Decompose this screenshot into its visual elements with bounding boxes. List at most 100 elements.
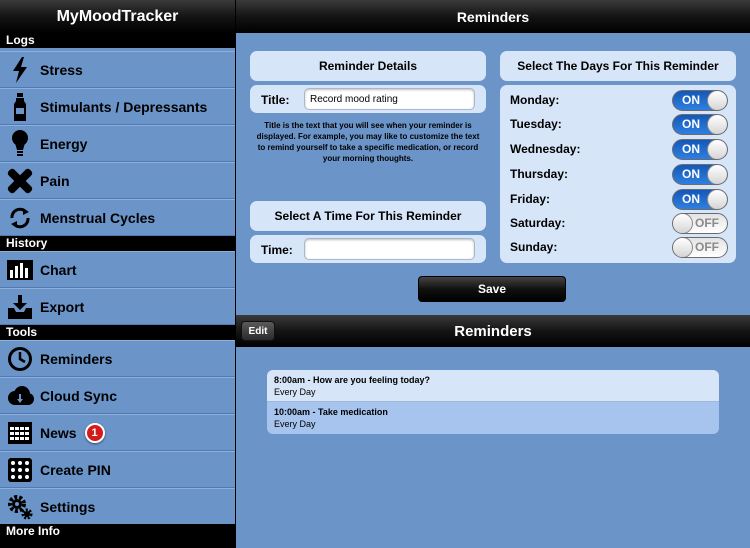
day-row-wednesday: Wednesday: ON xyxy=(510,138,728,160)
toggle-knob xyxy=(707,139,727,159)
section-header-more-info: More Info xyxy=(0,524,235,548)
friday-toggle[interactable]: ON xyxy=(672,188,728,210)
sidebar-item-label: Reminders xyxy=(40,350,113,367)
thursday-toggle[interactable]: ON xyxy=(672,163,728,185)
app-title: MyMoodTracker xyxy=(0,0,235,33)
toggle-state: OFF xyxy=(695,239,719,254)
sidebar-item-label: News xyxy=(40,424,77,441)
sidebar-item-news[interactable]: News 1 xyxy=(0,414,235,451)
sidebar-item-energy[interactable]: Energy xyxy=(0,125,235,162)
sidebar-item-label: Create PIN xyxy=(40,461,111,478)
bandage-icon xyxy=(0,162,40,199)
sidebar-item-label: Settings xyxy=(40,498,96,515)
toggle-knob xyxy=(673,237,693,257)
title-input[interactable] xyxy=(304,88,475,110)
sidebar-item-settings[interactable]: Settings xyxy=(0,488,235,525)
gear-icon xyxy=(0,488,40,525)
reminder-details-heading: Reminder Details xyxy=(250,51,486,81)
notification-badge: 1 xyxy=(84,422,105,443)
sidebar: MyMoodTracker Logs Stress Stimulants / D… xyxy=(0,0,235,548)
sunday-toggle[interactable]: OFF xyxy=(672,236,728,258)
section-header-tools: Tools xyxy=(0,325,235,340)
list-item[interactable]: 8:00am - How are you feeling today? Ever… xyxy=(267,370,719,402)
sidebar-item-label: Stimulants / Depressants xyxy=(40,98,208,115)
title-label: Title: xyxy=(261,93,290,107)
sidebar-item-label: Stress xyxy=(40,61,83,78)
sidebar-item-label: Energy xyxy=(40,135,88,152)
reminder-title: 8:00am - How are you feeling today? xyxy=(274,375,431,385)
toggle-state: OFF xyxy=(695,215,719,230)
reminder-title: 10:00am - Take medication xyxy=(274,407,388,417)
reminder-list: 8:00am - How are you feeling today? Ever… xyxy=(267,370,719,434)
toggle-state: ON xyxy=(682,92,700,107)
sidebar-item-export[interactable]: Export xyxy=(0,288,235,325)
title-panel: Title: xyxy=(250,85,486,113)
days-heading: Select The Days For This Reminder xyxy=(500,51,736,81)
day-label: Tuesday: xyxy=(510,117,562,131)
detail-pane: Reminders Reminder Details Title: Title … xyxy=(236,0,750,548)
sidebar-item-label: Cloud Sync xyxy=(40,387,118,404)
toggle-knob xyxy=(673,213,693,233)
reminders-list-header: Reminders Edit xyxy=(236,315,750,347)
day-label: Sunday: xyxy=(510,240,558,254)
time-panel: Time: xyxy=(250,235,486,263)
toggle-knob xyxy=(707,114,727,134)
cycle-icon xyxy=(0,199,40,236)
section-header-logs: Logs xyxy=(0,33,235,48)
tuesday-toggle[interactable]: ON xyxy=(672,113,728,135)
day-label: Saturday: xyxy=(510,216,566,230)
clock-icon xyxy=(0,340,40,377)
time-heading: Select A Time For This Reminder xyxy=(250,201,486,231)
sidebar-item-pain[interactable]: Pain xyxy=(0,162,235,199)
bottle-icon xyxy=(0,88,40,125)
sidebar-item-create-pin[interactable]: Create PIN xyxy=(0,451,235,488)
days-panel: Monday: ON Tuesday: ON Wednesday: ON Thu… xyxy=(500,85,736,263)
bar-chart-icon xyxy=(0,251,40,288)
export-icon xyxy=(0,288,40,325)
saturday-toggle[interactable]: OFF xyxy=(672,212,728,234)
day-row-sunday: Sunday: OFF xyxy=(510,236,728,258)
reminder-frequency: Every Day xyxy=(274,387,316,397)
sidebar-item-reminders[interactable]: Reminders xyxy=(0,340,235,377)
sidebar-item-label: Chart xyxy=(40,261,77,278)
sidebar-item-label: Export xyxy=(40,298,85,315)
section-header-history: History xyxy=(0,236,235,251)
cloud-icon xyxy=(0,377,40,414)
day-label: Wednesday: xyxy=(510,142,581,156)
lightbulb-icon xyxy=(0,125,40,162)
sidebar-item-menstrual-cycles[interactable]: Menstrual Cycles xyxy=(0,199,235,236)
time-label: Time: xyxy=(261,243,293,257)
calendar-icon xyxy=(0,414,40,451)
reminder-frequency: Every Day xyxy=(274,419,316,429)
day-row-saturday: Saturday: OFF xyxy=(510,212,728,234)
day-label: Thursday: xyxy=(510,167,569,181)
toggle-knob xyxy=(707,90,727,110)
sidebar-item-chart[interactable]: Chart xyxy=(0,251,235,288)
page-title: Reminders xyxy=(236,0,750,33)
wednesday-toggle[interactable]: ON xyxy=(672,138,728,160)
sidebar-item-stress[interactable]: Stress xyxy=(0,51,235,88)
day-row-thursday: Thursday: ON xyxy=(510,163,728,185)
time-input[interactable] xyxy=(304,238,475,260)
day-row-tuesday: Tuesday: ON xyxy=(510,113,728,135)
toggle-state: ON xyxy=(682,166,700,181)
list-item[interactable]: 10:00am - Take medication Every Day xyxy=(267,402,719,434)
toggle-state: ON xyxy=(682,191,700,206)
edit-button[interactable]: Edit xyxy=(241,321,275,341)
sidebar-item-label: Pain xyxy=(40,172,70,189)
day-row-monday: Monday: ON xyxy=(510,89,728,111)
sidebar-item-cloud-sync[interactable]: Cloud Sync xyxy=(0,377,235,414)
save-button[interactable]: Save xyxy=(418,276,566,302)
toggle-state: ON xyxy=(682,116,700,131)
monday-toggle[interactable]: ON xyxy=(672,89,728,111)
sidebar-item-stimulants[interactable]: Stimulants / Depressants xyxy=(0,88,235,125)
toggle-state: ON xyxy=(682,141,700,156)
keypad-icon xyxy=(0,451,40,488)
reminders-list-title: Reminders xyxy=(454,322,532,340)
sidebar-item-label: Menstrual Cycles xyxy=(40,209,156,226)
day-label: Monday: xyxy=(510,93,560,107)
day-row-friday: Friday: ON xyxy=(510,188,728,210)
toggle-knob xyxy=(707,189,727,209)
lightning-icon xyxy=(0,51,40,88)
day-label: Friday: xyxy=(510,192,551,206)
